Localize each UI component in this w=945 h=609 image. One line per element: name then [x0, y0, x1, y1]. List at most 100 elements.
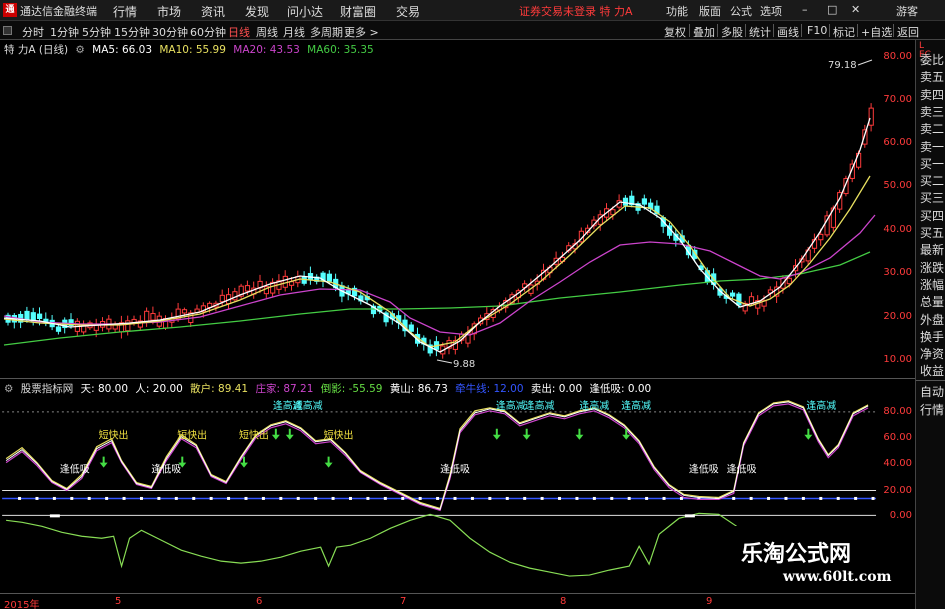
candle-body [125, 320, 131, 332]
period-tab-multi[interactable]: 多周期 [310, 24, 343, 40]
menu-item-market[interactable]: 市场 [157, 3, 181, 20]
qianniu-dot [662, 496, 666, 500]
tool-overlay[interactable]: 叠加 [693, 24, 715, 40]
menu-item-layout[interactable]: 版面 [699, 3, 721, 19]
sidebar-item[interactable]: 净资 [920, 347, 944, 361]
date-label: 9 [706, 596, 713, 607]
sidebar-item[interactable]: 外盘 [920, 313, 944, 327]
period-tab-weekly[interactable]: 周线 [256, 24, 278, 40]
sidebar-item[interactable]: 最新 [920, 243, 944, 257]
legend-tian: 天: 80.00 [80, 383, 129, 395]
sidebar-item[interactable]: 总量 [920, 295, 944, 309]
tool-f10[interactable]: F10 [807, 24, 827, 37]
sidebar-item[interactable]: 涨跌 [920, 261, 944, 275]
sidebar-auto-quote-button[interactable]: 行情 [920, 403, 944, 417]
candle-body [786, 277, 792, 285]
period-tab-daily[interactable]: 日线 [228, 24, 250, 40]
indicator-tick: 20.00 [883, 485, 912, 496]
signal-annotation: 短快出 [177, 429, 207, 442]
minimize-icon[interactable]: – [802, 3, 808, 16]
qianniu-dot [645, 496, 649, 500]
sidebar-item[interactable]: 买五 [920, 226, 944, 240]
candle-body [150, 313, 156, 321]
sidebar-item[interactable]: 买三 [920, 191, 944, 205]
signal-annotation: 逢高减 [293, 399, 323, 412]
app-title: 通达信金融终端 [20, 5, 97, 18]
close-icon[interactable]: ✕ [851, 3, 860, 16]
tool-multi-stock[interactable]: 多股 [721, 24, 743, 40]
period-tab-1min[interactable]: 1分钟 [50, 24, 79, 40]
tool-statistics[interactable]: 统计 [749, 24, 771, 40]
layout-toggle-icon[interactable] [3, 26, 12, 35]
menu-item-quotes[interactable]: 行情 [113, 3, 137, 20]
indicator-legend: ⚙ 股票指标网 天: 80.00 人: 20.00 散户: 89.41 庄家: … [4, 381, 655, 396]
tool-draw-line[interactable]: 画线 [777, 24, 799, 40]
qianniu-dot [192, 496, 196, 500]
menu-item-formula[interactable]: 公式 [730, 3, 752, 19]
period-tab-60min[interactable]: 60分钟 [190, 24, 226, 40]
menu-item-trade[interactable]: 交易 [396, 3, 420, 20]
sidebar-item[interactable]: 买四 [920, 209, 944, 223]
signal-annotation: 逢高减 [621, 399, 651, 412]
guest-login[interactable]: 游客 [896, 3, 918, 19]
qianniu-dot [871, 496, 875, 500]
restore-icon[interactable]: □ [827, 3, 837, 16]
menu-item-ask[interactable]: 问小达 [287, 3, 323, 20]
sidebar-item[interactable]: 涨幅 [920, 278, 944, 292]
menu-item-news[interactable]: 资讯 [201, 3, 225, 20]
candle-body [730, 292, 736, 297]
date-label: 7 [400, 596, 407, 607]
period-tab-monthly[interactable]: 月线 [283, 24, 305, 40]
price-tick: 70.00 [883, 94, 912, 105]
legend-sanhu: 散户: 89.41 [190, 383, 249, 395]
signal-annotation: 短快出 [324, 429, 354, 442]
sidebar-item[interactable]: 卖四 [920, 88, 944, 102]
sidebar-item[interactable]: 卖一 [920, 140, 944, 154]
price-tick: 20.00 [883, 311, 912, 322]
sidebar-auto-quote-button[interactable]: 自动 [920, 385, 944, 399]
qianniu-dot [383, 496, 387, 500]
price-tick: 30.00 [883, 267, 912, 278]
qianniu-dot [261, 496, 265, 500]
sidebar-item[interactable]: 卖二 [920, 122, 944, 136]
candle-body [641, 198, 647, 205]
tool-rights-adjust[interactable]: 复权 [664, 24, 686, 40]
tool-add-watchlist[interactable]: +自选 [861, 24, 892, 40]
qianniu-dot [627, 496, 631, 500]
qianniu-dot [157, 496, 161, 500]
period-tab-more[interactable]: 更多 > [344, 24, 379, 40]
qianniu-dot [767, 496, 771, 500]
sanhu-line [5, 400, 869, 510]
menu-item-wealth-circle[interactable]: 财富圈 [340, 3, 376, 20]
period-tab-5min[interactable]: 5分钟 [82, 24, 111, 40]
menu-item-discover[interactable]: 发现 [245, 3, 269, 20]
menu-item-options[interactable]: 选项 [760, 3, 782, 19]
period-tab-30min[interactable]: 30分钟 [152, 24, 188, 40]
sidebar-item[interactable]: 买二 [920, 174, 944, 188]
period-tab-intraday[interactable]: 分时 [22, 24, 44, 40]
legend-sell: 卖出: 0.00 [530, 383, 583, 395]
sidebar-item[interactable]: 委比 [920, 53, 944, 67]
signal-annotation: 逢低吸 [440, 463, 470, 476]
sidebar-item[interactable]: 卖五 [920, 70, 944, 84]
qianniu-dot [558, 496, 562, 500]
qianniu-dot [70, 496, 74, 500]
sidebar-item[interactable]: 买一 [920, 157, 944, 171]
sidebar-item[interactable]: 换手 [920, 330, 944, 344]
menu-item-function[interactable]: 功能 [666, 3, 688, 19]
qianniu-dot [854, 496, 858, 500]
tool-mark[interactable]: 标记 [833, 24, 855, 40]
candlestick-chart[interactable]: 79.18 9.88 [0, 40, 915, 378]
legend-huangshan: 黄山: 86.73 [389, 383, 448, 395]
indicator-settings-gear-icon[interactable]: ⚙ [4, 383, 13, 395]
sidebar-item[interactable]: 收益 [920, 364, 944, 378]
qianniu-dot [801, 496, 805, 500]
sidebar-item[interactable]: 卖三 [920, 105, 944, 119]
main-chart-legend: 特 力A (日线) ⚙ MA5: 66.03 MA10: 55.99 MA20:… [4, 42, 378, 57]
period-tab-15min[interactable]: 15分钟 [114, 24, 150, 40]
qianniu-dot [523, 496, 527, 500]
tool-back[interactable]: 返回 [897, 24, 919, 40]
signal-annotations: 逢低吸 逢低吸 逢低吸 逢低吸 逢低吸短快出 短快出 短快出 短快出逢高减逢高减 逢高减 逢高减逢… [60, 399, 836, 476]
indicator-tick: 40.00 [883, 458, 912, 469]
settings-gear-icon[interactable]: ⚙ [75, 44, 84, 56]
